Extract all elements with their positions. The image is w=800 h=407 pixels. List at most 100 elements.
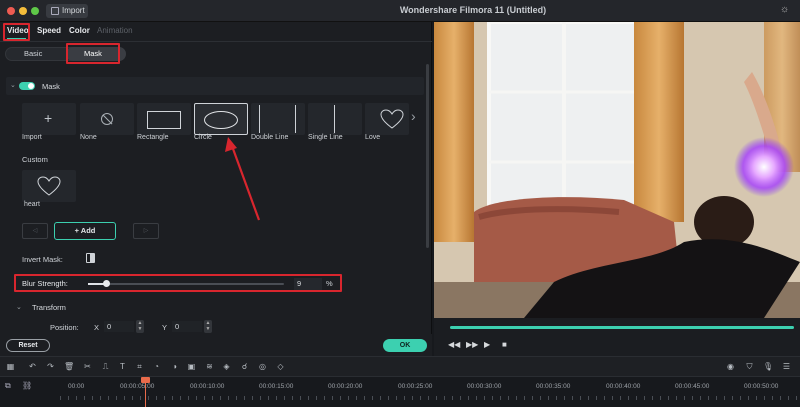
- chevron-right-icon[interactable]: ›: [411, 108, 416, 124]
- custom-mask-heart[interactable]: [22, 170, 76, 202]
- crop-icon[interactable]: ⌗: [135, 362, 144, 371]
- play-icon[interactable]: ▶: [484, 340, 490, 349]
- timeline-tick: 00:00:50:00: [744, 383, 779, 390]
- brightness-icon[interactable]: ☼: [780, 5, 790, 15]
- timeline-tick: 00:00:45:00: [675, 383, 710, 390]
- undo-icon[interactable]: ↶: [28, 362, 37, 371]
- stop-icon[interactable]: ■: [502, 340, 507, 349]
- single-line-icon: [334, 105, 335, 133]
- timeline-ruler[interactable]: ⧉ ⛓ 00:00 00:00:05:00 00:00:10:00 00:00:…: [0, 376, 800, 407]
- split-icon[interactable]: ⎍: [101, 362, 110, 371]
- layout-grid-icon[interactable]: ▦: [6, 362, 15, 371]
- mask-shape-label: Single Line: [308, 134, 343, 141]
- position-x-label: X: [94, 323, 100, 332]
- rectangle-icon: [147, 111, 181, 129]
- invert-mask-toggle-icon[interactable]: [86, 253, 95, 263]
- blur-slider-handle[interactable]: [102, 280, 110, 287]
- blur-strength-input[interactable]: 9: [294, 278, 322, 290]
- mask-shape-label: Rectangle: [137, 134, 169, 141]
- player-controls: ◀◀ ▶▶ ▶ ■: [434, 318, 800, 356]
- playhead[interactable]: [145, 377, 146, 407]
- none-icon: [101, 113, 113, 125]
- mask-shape-love[interactable]: [365, 103, 409, 135]
- custom-mask-label: heart: [24, 201, 40, 208]
- panel-footer: Reset OK: [0, 334, 432, 356]
- speed-icon[interactable]: ◔: [152, 362, 161, 371]
- delete-icon[interactable]: 🗑: [64, 362, 74, 371]
- timeline-tick: 00:00:15:00: [259, 383, 294, 390]
- add-mask-label: Add: [80, 226, 96, 235]
- timeline-toolbar: ▦ ↶ ↷ 🗑 ✂ ⎍ T ⌗ ◔ ◑ ▣ ≋ ◈ ☌ ◎ ◇ ◉ ⛉ 🎙 ☰: [0, 356, 800, 376]
- position-x-input[interactable]: 0: [104, 321, 134, 332]
- timeline-tick: 00:00: [68, 383, 85, 390]
- list-icon[interactable]: ☰: [782, 362, 791, 371]
- motion-tracking-icon[interactable]: ◎: [258, 362, 267, 371]
- position-y-stepper[interactable]: ▲ ▼: [204, 320, 212, 333]
- mask-shape-single-line[interactable]: [308, 103, 362, 135]
- video-preview[interactable]: [434, 22, 800, 318]
- mask-shape-circle[interactable]: [194, 103, 248, 135]
- timeline-tick: 00:00:20:00: [328, 383, 363, 390]
- step-back-icon[interactable]: ◀◀: [448, 340, 460, 349]
- timeline-tick-marks: [60, 396, 800, 400]
- color-icon[interactable]: ◑: [170, 362, 179, 371]
- render-icon[interactable]: ◉: [726, 362, 735, 371]
- preview-frame-image: [434, 22, 800, 318]
- timeline-tick: 00:00:40:00: [606, 383, 641, 390]
- voice-icon[interactable]: ☌: [240, 362, 249, 371]
- position-y-label: Y: [162, 323, 168, 332]
- marker-icon[interactable]: ◈: [222, 362, 231, 371]
- next-mask-button[interactable]: ▷: [133, 223, 159, 239]
- shield-icon[interactable]: ⛉: [745, 362, 754, 371]
- blur-strength-slider[interactable]: [88, 280, 284, 287]
- chevron-down-icon[interactable]: ⌄: [16, 303, 22, 311]
- timeline-tick: 00:00:05:00: [120, 383, 155, 390]
- playback-progress-bar[interactable]: [450, 326, 794, 329]
- cut-icon[interactable]: ✂: [83, 362, 92, 371]
- step-forward-icon[interactable]: ▶▶: [466, 340, 478, 349]
- add-track-icon[interactable]: ⧉: [5, 381, 11, 391]
- mask-toggle[interactable]: [19, 82, 35, 90]
- timeline-tick: 00:00:35:00: [536, 383, 571, 390]
- mask-section-label: Mask: [42, 82, 60, 91]
- microphone-icon[interactable]: 🎙: [763, 362, 773, 371]
- mask-shape-rectangle[interactable]: [137, 103, 191, 135]
- timeline-tick: 00:00:30:00: [467, 383, 502, 390]
- redo-icon[interactable]: ↷: [46, 362, 55, 371]
- mask-shape-double-line[interactable]: [251, 103, 305, 135]
- double-line-icon: [295, 105, 296, 133]
- properties-panel: Video Speed Color Animation Basic Mask ⌄…: [0, 22, 432, 356]
- double-line-icon: [259, 105, 260, 133]
- position-y-input[interactable]: 0: [172, 321, 202, 332]
- ok-button[interactable]: OK: [383, 339, 427, 352]
- plus-icon: +: [44, 110, 53, 126]
- prev-mask-button[interactable]: ◁: [22, 223, 48, 239]
- reset-button[interactable]: Reset: [6, 339, 50, 352]
- green-screen-icon[interactable]: ▣: [187, 362, 196, 371]
- chevron-down-icon: ⌄: [10, 82, 16, 89]
- audio-icon[interactable]: ≋: [205, 362, 214, 371]
- position-x-stepper[interactable]: ▲ ▼: [136, 320, 144, 333]
- mask-shape-import[interactable]: +: [22, 103, 76, 135]
- blur-strength-label: Blur Strength:: [22, 279, 68, 288]
- transform-section-label: Transform: [32, 303, 66, 312]
- mask-shape-none[interactable]: [80, 103, 134, 135]
- panel-scrollbar[interactable]: [426, 64, 429, 248]
- blur-unit-label: %: [326, 279, 333, 288]
- mask-section-header[interactable]: ⌄ Mask: [6, 77, 424, 95]
- custom-label: Custom: [22, 155, 48, 164]
- mask-shape-label: Double Line: [251, 134, 289, 141]
- link-icon[interactable]: ⛓: [22, 381, 32, 390]
- circle-icon: [204, 111, 238, 129]
- timeline-tick: 00:00:10:00: [190, 383, 225, 390]
- heart-icon: [380, 109, 404, 129]
- heart-icon: [37, 176, 61, 196]
- mask-shape-label: Love: [365, 134, 381, 141]
- keyframe-icon[interactable]: ◇: [276, 362, 285, 371]
- mask-shape-label: None: [80, 134, 97, 141]
- position-label: Position:: [50, 323, 79, 332]
- add-mask-button[interactable]: + Add: [54, 222, 116, 240]
- invert-mask-label: Invert Mask:: [22, 255, 63, 264]
- timeline-tick: 00:00:25:00: [398, 383, 433, 390]
- text-icon[interactable]: T: [118, 362, 127, 371]
